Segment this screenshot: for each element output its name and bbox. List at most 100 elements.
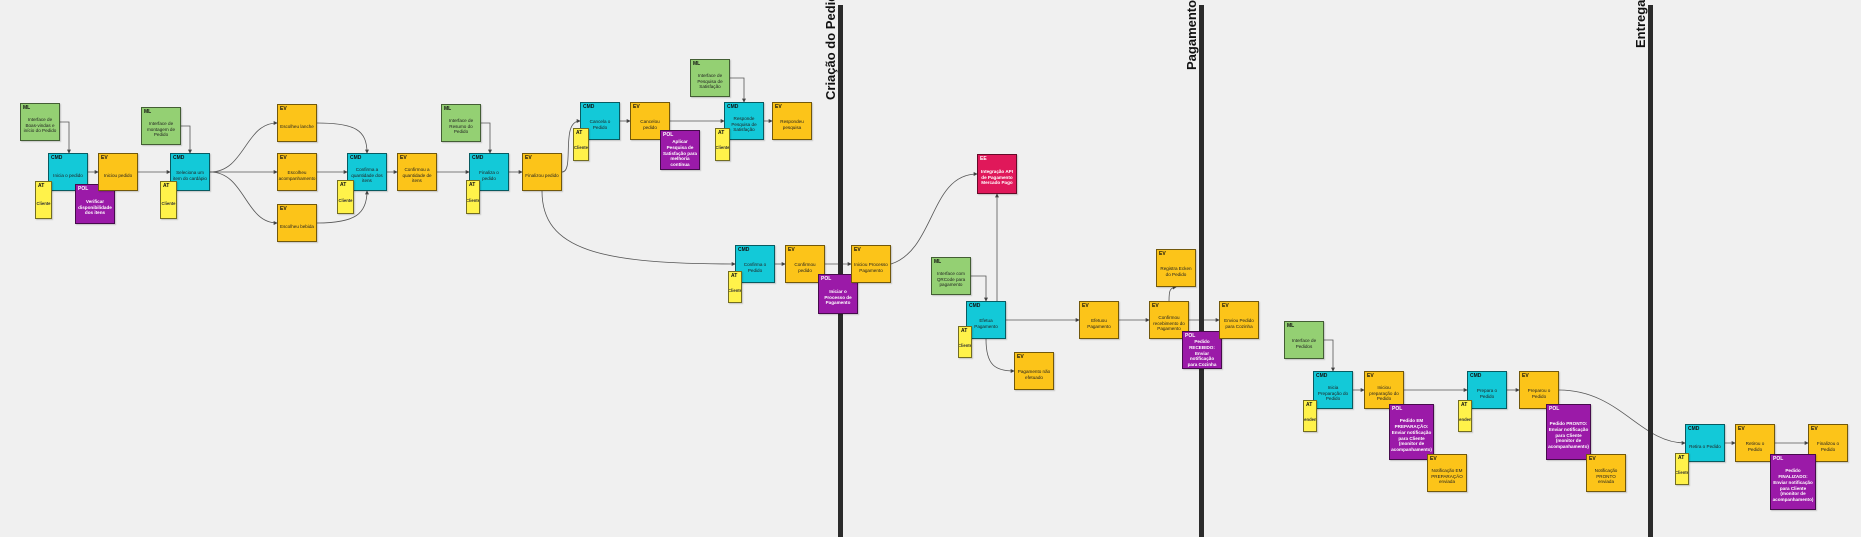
note-tag: CMD [1316,373,1328,379]
phase-title-1: Criação do Pedido [823,0,838,100]
note-at6[interactable]: AT Cliente [715,128,730,161]
note-text: Pedido EM PREPARAÇÃO: Enviar notificação… [1391,418,1432,452]
note-cmd10[interactable]: CMD Prepara o Pedido [1467,371,1507,409]
note-text: Cliente [1675,469,1689,475]
note-text: Cliente [161,200,176,206]
note-tag: EV [633,104,640,110]
note-ev4[interactable]: EV Escolheu bebida [277,204,317,242]
note-tag: EV [525,155,532,161]
note-ev20[interactable]: EV Retirou o Pedido [1735,424,1775,462]
note-text: Pedido RECEBIDO: Enviar notificação para… [1187,339,1217,368]
note-pol4[interactable]: POL Pedido RECEBIDO: Enviar notificação p… [1182,331,1222,369]
note-ev15[interactable]: EV Enviou Pedido para Cozinha [1219,301,1259,339]
note-ml3[interactable]: ML Interface de Resumo do Pedido [441,104,481,142]
note-ev10[interactable]: EV Iniciou Processo Pagamento [851,245,891,283]
note-cmd9[interactable]: CMD Inicia Preparação do Pedido [1313,371,1353,409]
note-text: Inicia Preparação do Pedido [1317,384,1349,402]
note-tag: POL [821,276,832,282]
note-tag: POL [1549,406,1560,412]
note-text: Escolheu bebida [280,223,314,229]
note-ev12[interactable]: EV Efetuou Pagamento [1079,301,1119,339]
note-cmd8[interactable]: CMD Efetua Pagamento [966,301,1006,339]
note-tag: AT [576,130,583,136]
note-tag: EV [1152,303,1159,309]
note-at11[interactable]: AT Cliente [1675,453,1689,485]
note-tag: CMD [583,104,595,110]
note-tag: AT [1678,455,1685,461]
note-pol6[interactable]: POL Pedido PRONTO: Enviar notificação par… [1546,404,1591,460]
note-at8[interactable]: AT Cliente [958,326,972,358]
note-tag: EV [101,155,108,161]
note-ev3[interactable]: EV Escolheu acompanhamento [277,153,317,191]
note-tag: AT [163,183,170,189]
note-tag: ML [1287,323,1295,329]
note-at3[interactable]: AT Cliente [337,180,354,214]
note-ev13[interactable]: EV Registra Ecken do Pedido [1156,249,1196,287]
note-tag: EV [280,206,287,212]
note-tag: ML [693,61,701,67]
note-at9[interactable]: AT Atendente [1303,400,1317,432]
note-tag: CMD [350,155,362,161]
note-ev1[interactable]: EV Iniciou pedido [98,153,138,191]
note-tag: EV [788,247,795,253]
note-at2[interactable]: AT Cliente [160,181,177,219]
note-text: Confirmou recebimento do Pagamento [1153,314,1185,332]
note-tag: EV [1811,426,1818,432]
note-ev17[interactable]: EV Notificação EM PREPARAÇÃO enviada [1427,454,1467,492]
note-tag: AT [1306,402,1313,408]
note-at1[interactable]: AT Cliente [35,181,52,219]
note-ml4[interactable]: ML Interface de Pesquisa de Satisfação [690,59,730,97]
note-ml5[interactable]: ML Interface com QRCode para pagamento [931,257,971,295]
note-text: Interface de Boas-vindas e início do Ped… [23,116,57,134]
note-tag: AT [961,328,968,334]
note-text: Pedido FINALIZADO: Enviar notificação pa… [1772,468,1814,502]
note-text: Interface de Resumo do Pedido [448,117,474,135]
note-text: Interface de Pedidos [1291,337,1317,349]
note-ev5[interactable]: EV Confirmou a quantidade de itens [397,153,437,191]
note-at10[interactable]: AT Atendente [1458,400,1472,432]
phase-title-3: Entrega [1633,0,1648,48]
note-pol7[interactable]: POL Pedido FINALIZADO: Enviar notificação… [1770,454,1816,510]
note-cmd11[interactable]: CMD Retira o Pedido [1685,424,1725,462]
note-ee1[interactable]: EE Integração API de Pagamento Mercado Pa… [977,154,1017,194]
note-tag: CMD [727,104,739,110]
note-pol5[interactable]: POL Pedido EM PREPARAÇÃO: Enviar notifica… [1389,404,1434,460]
note-ml1[interactable]: ML Interface de Boas-vindas e início do P… [20,103,60,141]
phase-divider-2 [1199,5,1204,537]
note-tag: CMD [738,247,750,253]
note-tag: POL [1392,406,1403,412]
note-ml2[interactable]: ML Interface de montagem de Pedido [141,107,181,145]
note-tag: CMD [51,155,63,161]
note-text: Pagamento não efetuado [1017,368,1051,380]
note-ml6[interactable]: ML Interface de Pedidos [1284,321,1324,359]
note-text: Integração API de Pagamento Mercado Pago [981,168,1013,186]
note-text: Notificação PRONTO enviada [1594,467,1618,485]
note-ev11[interactable]: EV Pagamento não efetuado [1014,352,1054,390]
note-at5[interactable]: AT Cliente [573,128,589,161]
note-tag: EV [280,155,287,161]
note-ev6[interactable]: EV Finalizou pedido [522,153,562,191]
note-text: Confirma a quantidade dos itens [351,166,383,184]
note-tag: POL [663,132,674,138]
note-text: Cliente [338,197,353,203]
note-at7[interactable]: AT Cliente [728,271,742,303]
note-text: Notificação EM PREPARAÇÃO enviada [1431,467,1463,485]
note-ev2[interactable]: EV Escolheu lanche [277,104,317,142]
note-ev8[interactable]: EV Respondeu pesquisa [772,102,812,140]
note-tag: EV [775,104,782,110]
note-text: Cliente [466,197,480,203]
note-text: Confirma o Pedido [743,261,767,273]
note-tag: ML [23,105,31,111]
note-text: Preparou o Pedido [1527,387,1551,399]
note-text: Prepara o Pedido [1476,387,1498,399]
note-text: Confirmou pedido [794,261,816,273]
event-storming-board: Criação do Pedido Pagamento Entrega ML Inte… [0,0,1861,537]
note-cmd6[interactable]: CMD Responde Pesquisa de Satisfação [724,102,764,140]
note-ev19[interactable]: EV Notificação PRONTO enviada [1586,454,1626,492]
note-text: Interface de Pesquisa de Satisfação [697,72,723,90]
note-tag: CMD [472,155,484,161]
note-tag: CMD [969,303,981,309]
note-pol2[interactable]: POL Aplicar Pesquisa de Satisfação para m… [660,130,700,170]
note-at4[interactable]: AT Cliente [466,180,480,214]
note-text: Retirou o Pedido [1745,440,1765,452]
